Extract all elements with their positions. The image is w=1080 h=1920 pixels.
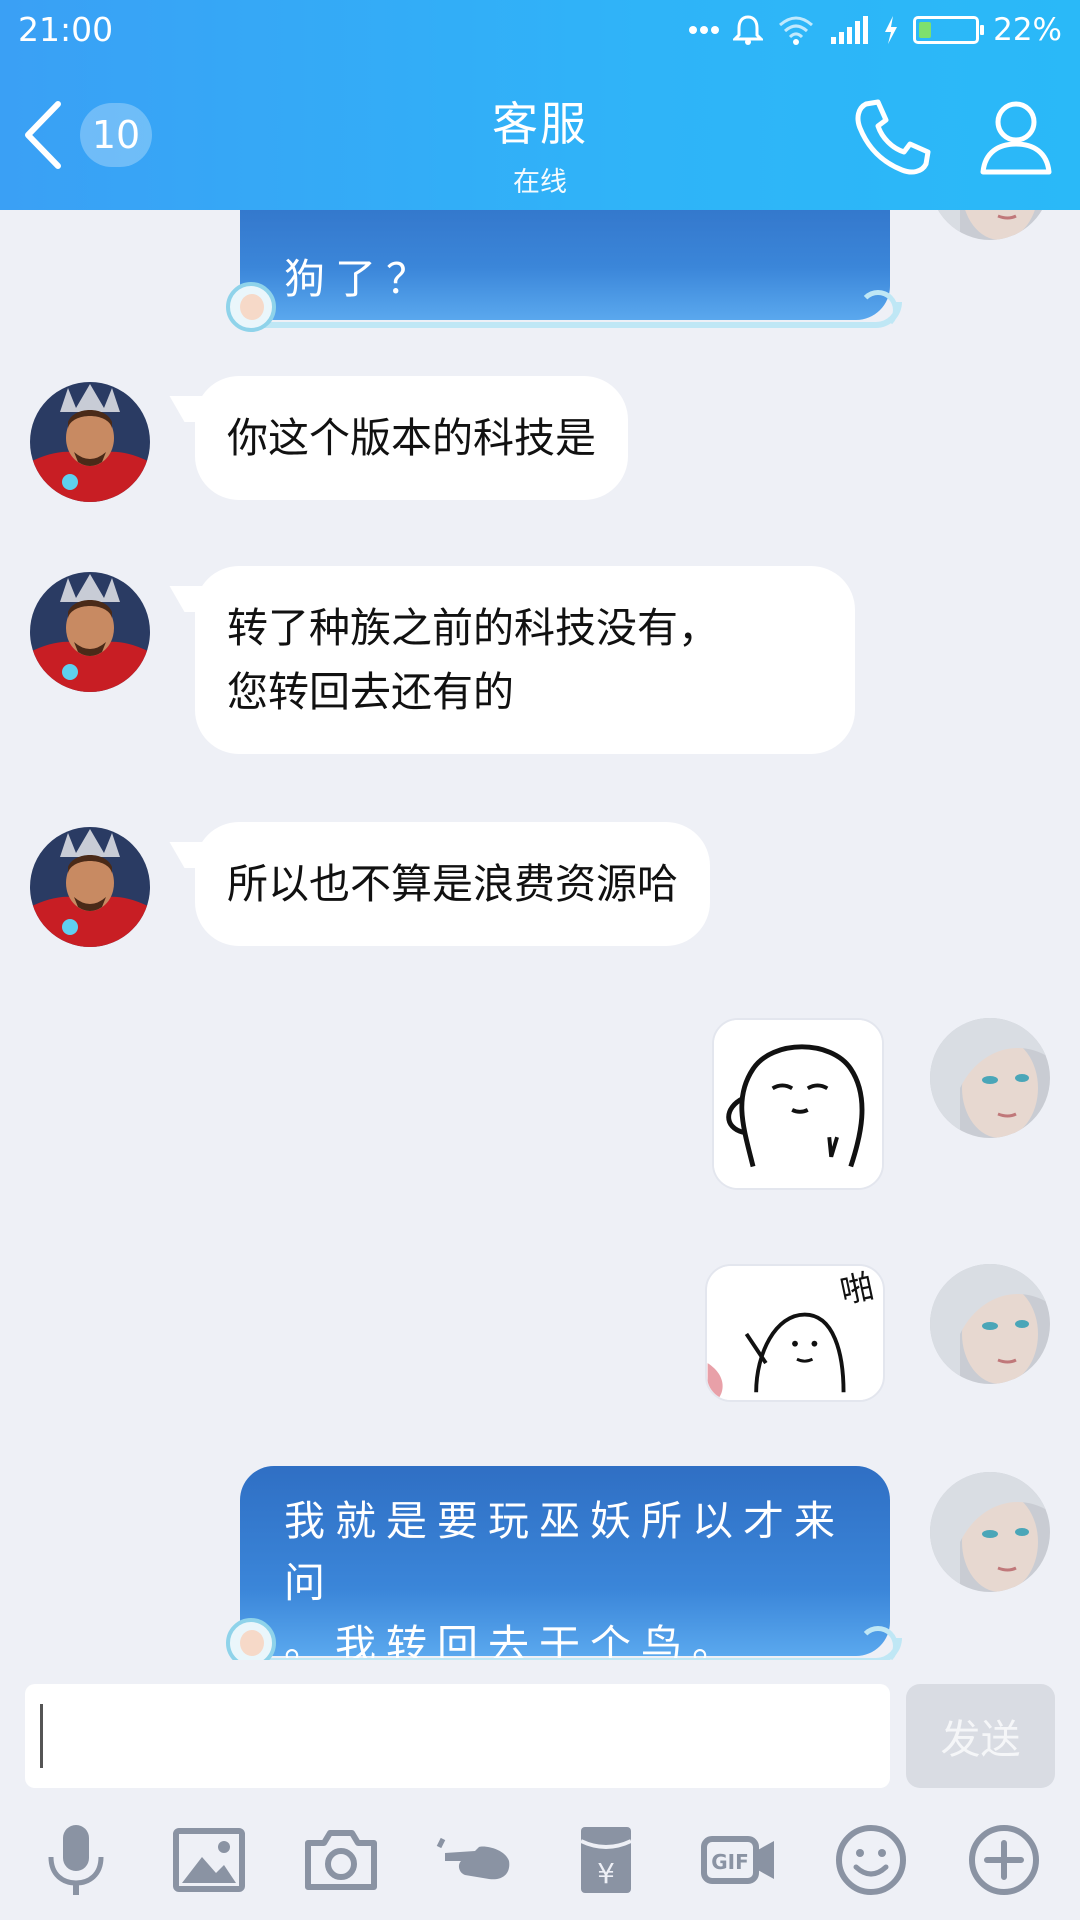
sticker-message[interactable]: 啪 — [705, 1264, 885, 1402]
unread-badge: 10 — [80, 103, 152, 167]
message-bubble-received[interactable]: 转了种族之前的科技没有， 您转回去还有的 — [195, 566, 855, 754]
more-dots-icon — [689, 26, 720, 34]
white-hair-avatar-icon — [930, 210, 1050, 240]
agent-avatar[interactable] — [30, 572, 150, 692]
gif-button[interactable]: GIF — [694, 1815, 784, 1905]
message-bubble-received[interactable]: 你这个版本的科技是 — [195, 376, 628, 500]
call-button[interactable] — [852, 96, 934, 178]
message-bubble-received[interactable]: 所以也不算是浪费资源哈 — [195, 822, 710, 946]
microphone-icon — [48, 1825, 104, 1895]
status-bar: 21:00 22% — [0, 0, 1080, 60]
message-bubble-sent[interactable]: 我就是要玩巫妖所以才来问 。我转回去干个鸟。 — [226, 1466, 902, 1660]
bubble-wave-icon — [858, 290, 898, 330]
crowned-knight-avatar-icon — [30, 382, 150, 502]
message-list[interactable]: 狗了？ 你这个版本的科技是 转了种族之前的科技没有， 您转回去还有的 所以也不算… — [0, 210, 1080, 1660]
message-text: 狗了？ — [284, 255, 437, 303]
message-text-line: 我就是要玩巫妖所以才来问 — [284, 1497, 845, 1607]
bell-icon — [733, 15, 764, 45]
message-text-line: 转了种族之前的科技没有， — [227, 604, 719, 652]
sticker-message[interactable] — [712, 1018, 884, 1190]
bubble-border-decoration — [230, 1638, 902, 1660]
message-text: 你这个版本的科技是 — [227, 414, 596, 462]
red-packet-icon: ¥ — [580, 1827, 633, 1893]
status-time: 21:00 — [18, 10, 114, 49]
my-avatar[interactable] — [930, 1472, 1050, 1592]
svg-text:GIF: GIF — [711, 1850, 749, 1874]
emoji-button[interactable] — [826, 1815, 916, 1905]
camera-button[interactable] — [296, 1815, 386, 1905]
gif-icon: GIF — [700, 1836, 774, 1884]
crowned-knight-avatar-icon — [30, 572, 150, 692]
message-bubble-sent[interactable]: 狗了？ — [226, 210, 902, 332]
bubble-border-decoration — [230, 302, 902, 328]
person-icon — [980, 101, 1052, 175]
online-status: 在线 — [513, 167, 567, 198]
poke-icon — [436, 1837, 510, 1880]
title-block: 客服 在线 — [340, 88, 740, 199]
my-avatar[interactable] — [930, 1264, 1050, 1384]
svg-text:¥: ¥ — [597, 1857, 615, 1890]
poke-button[interactable] — [429, 1815, 519, 1905]
plus-icon — [968, 1825, 1039, 1895]
input-bar: 发送 — [0, 1660, 1080, 1800]
phone-icon — [855, 99, 931, 175]
bubble-corner-character-icon — [226, 1618, 276, 1660]
agent-avatar[interactable] — [30, 827, 150, 947]
clapping-sticker-icon: 啪 — [707, 1266, 883, 1400]
camera-icon — [305, 1830, 378, 1890]
profile-button[interactable] — [975, 96, 1057, 178]
status-icons: 22% — [689, 10, 1062, 50]
message-input[interactable] — [25, 1684, 890, 1788]
red-packet-button[interactable]: ¥ — [561, 1815, 651, 1905]
text-caret — [40, 1704, 43, 1768]
my-avatar[interactable] — [930, 210, 1050, 240]
image-icon — [172, 1828, 245, 1892]
bear-face-sticker-icon — [714, 1020, 882, 1188]
bubble-corner-character-icon — [226, 282, 276, 332]
battery-fill — [919, 22, 932, 38]
emoji-icon — [836, 1825, 907, 1895]
page-title: 客服 — [492, 97, 588, 151]
bubble-wave-icon — [858, 1626, 898, 1660]
agent-avatar[interactable] — [30, 382, 150, 502]
back-button[interactable]: 10 — [20, 95, 160, 175]
battery-icon — [913, 16, 985, 44]
send-button[interactable]: 发送 — [906, 1684, 1055, 1788]
more-button[interactable] — [959, 1815, 1049, 1905]
white-hair-avatar-icon — [930, 1018, 1050, 1138]
wifi-icon — [779, 16, 814, 45]
battery-percent: 22% — [993, 12, 1062, 48]
message-text-line: 您转回去还有的 — [227, 668, 514, 716]
my-avatar[interactable] — [930, 1018, 1050, 1138]
white-hair-avatar-icon — [930, 1472, 1050, 1592]
crowned-knight-avatar-icon — [30, 827, 150, 947]
white-hair-avatar-icon — [930, 1264, 1050, 1384]
image-button[interactable] — [164, 1815, 254, 1905]
message-text: 所以也不算是浪费资源哈 — [227, 860, 678, 908]
signal-icon — [831, 16, 869, 44]
input-toolbar: ¥ GIF — [0, 1800, 1080, 1920]
chevron-left-icon — [25, 101, 61, 169]
chat-header: 21:00 22% 10 客服 在线 — [0, 0, 1080, 210]
voice-button[interactable] — [31, 1815, 121, 1905]
charging-icon — [885, 16, 898, 44]
